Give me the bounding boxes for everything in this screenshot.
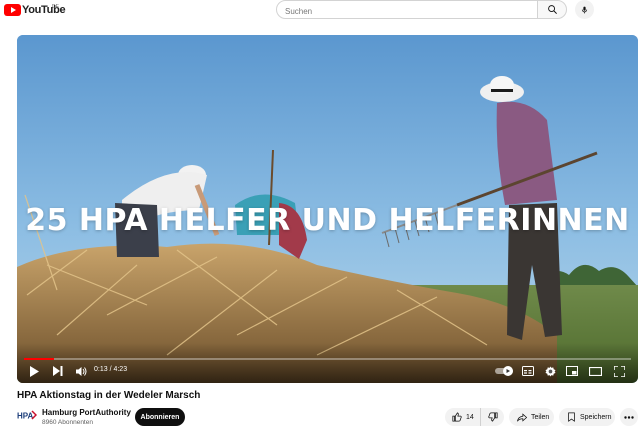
channel-avatar-text: HPA bbox=[17, 412, 34, 421]
share-icon bbox=[517, 412, 527, 422]
youtube-logo[interactable]: YouTube DE bbox=[4, 3, 66, 17]
time-current: 0:13 bbox=[94, 366, 108, 373]
video-title: HPA Aktionstag in der Wedeler Marsch bbox=[17, 390, 201, 401]
theater-icon bbox=[588, 366, 602, 376]
channel-name[interactable]: Hamburg PortAuthority bbox=[42, 408, 131, 417]
next-button[interactable] bbox=[50, 362, 66, 380]
progress-bar[interactable] bbox=[24, 358, 631, 360]
miniplayer-button[interactable] bbox=[564, 362, 580, 380]
search-input[interactable] bbox=[277, 3, 537, 20]
masthead: YouTube DE bbox=[0, 0, 640, 24]
save-label: Speichern bbox=[580, 413, 612, 421]
player-controls: 0:13 / 4:23 bbox=[17, 362, 638, 380]
subscriber-count: 8960 Abonnenten bbox=[42, 419, 93, 426]
like-button[interactable]: 14 bbox=[445, 408, 481, 426]
video-overlay-caption: 25 HPA HELFER UND HELFERINNEN bbox=[25, 203, 630, 238]
captions-icon bbox=[522, 366, 534, 376]
next-icon bbox=[53, 366, 63, 376]
time-duration: 4:23 bbox=[113, 366, 128, 373]
search-box bbox=[276, 0, 538, 20]
more-icon bbox=[624, 415, 634, 419]
share-label: Teilen bbox=[531, 413, 550, 421]
video-player[interactable]: 25 HPA HELFER UND HELFERINNEN 0:13 / 4:2… bbox=[17, 35, 638, 383]
progress-played bbox=[24, 358, 55, 360]
fullscreen-icon bbox=[613, 365, 625, 377]
autoplay-toggle[interactable] bbox=[493, 362, 517, 380]
save-button[interactable]: Speichern bbox=[559, 408, 615, 426]
theater-mode-button[interactable] bbox=[587, 362, 603, 380]
volume-icon bbox=[76, 366, 87, 376]
search-button[interactable] bbox=[537, 0, 567, 19]
country-code: DE bbox=[52, 4, 59, 10]
play-button[interactable] bbox=[26, 362, 42, 380]
share-button[interactable]: Teilen bbox=[509, 408, 554, 426]
subscribe-button[interactable]: Abonnieren bbox=[135, 408, 185, 426]
more-actions-button[interactable] bbox=[620, 408, 638, 426]
captions-button[interactable] bbox=[520, 362, 536, 380]
mic-icon bbox=[581, 6, 588, 13]
fullscreen-button[interactable] bbox=[611, 362, 627, 380]
channel-logo-icon: HPA bbox=[17, 410, 37, 420]
mute-button[interactable] bbox=[73, 362, 89, 380]
voice-search-button[interactable] bbox=[575, 0, 594, 19]
youtube-play-logo-icon bbox=[4, 4, 21, 16]
thumbs-down-icon bbox=[487, 412, 498, 422]
thumbs-up-icon bbox=[452, 412, 462, 422]
channel-avatar[interactable]: HPA bbox=[17, 409, 37, 421]
save-icon bbox=[568, 412, 575, 422]
like-count: 14 bbox=[466, 413, 474, 421]
dislike-button[interactable] bbox=[481, 408, 504, 426]
autoplay-toggle-icon bbox=[495, 366, 513, 376]
time-display: 0:13 / 4:23 bbox=[94, 366, 127, 373]
miniplayer-icon bbox=[566, 366, 578, 376]
like-dislike-group: 14 bbox=[445, 408, 504, 426]
settings-button[interactable] bbox=[542, 362, 558, 380]
play-icon bbox=[30, 365, 39, 377]
search-icon bbox=[547, 5, 557, 14]
gear-icon bbox=[544, 365, 556, 377]
